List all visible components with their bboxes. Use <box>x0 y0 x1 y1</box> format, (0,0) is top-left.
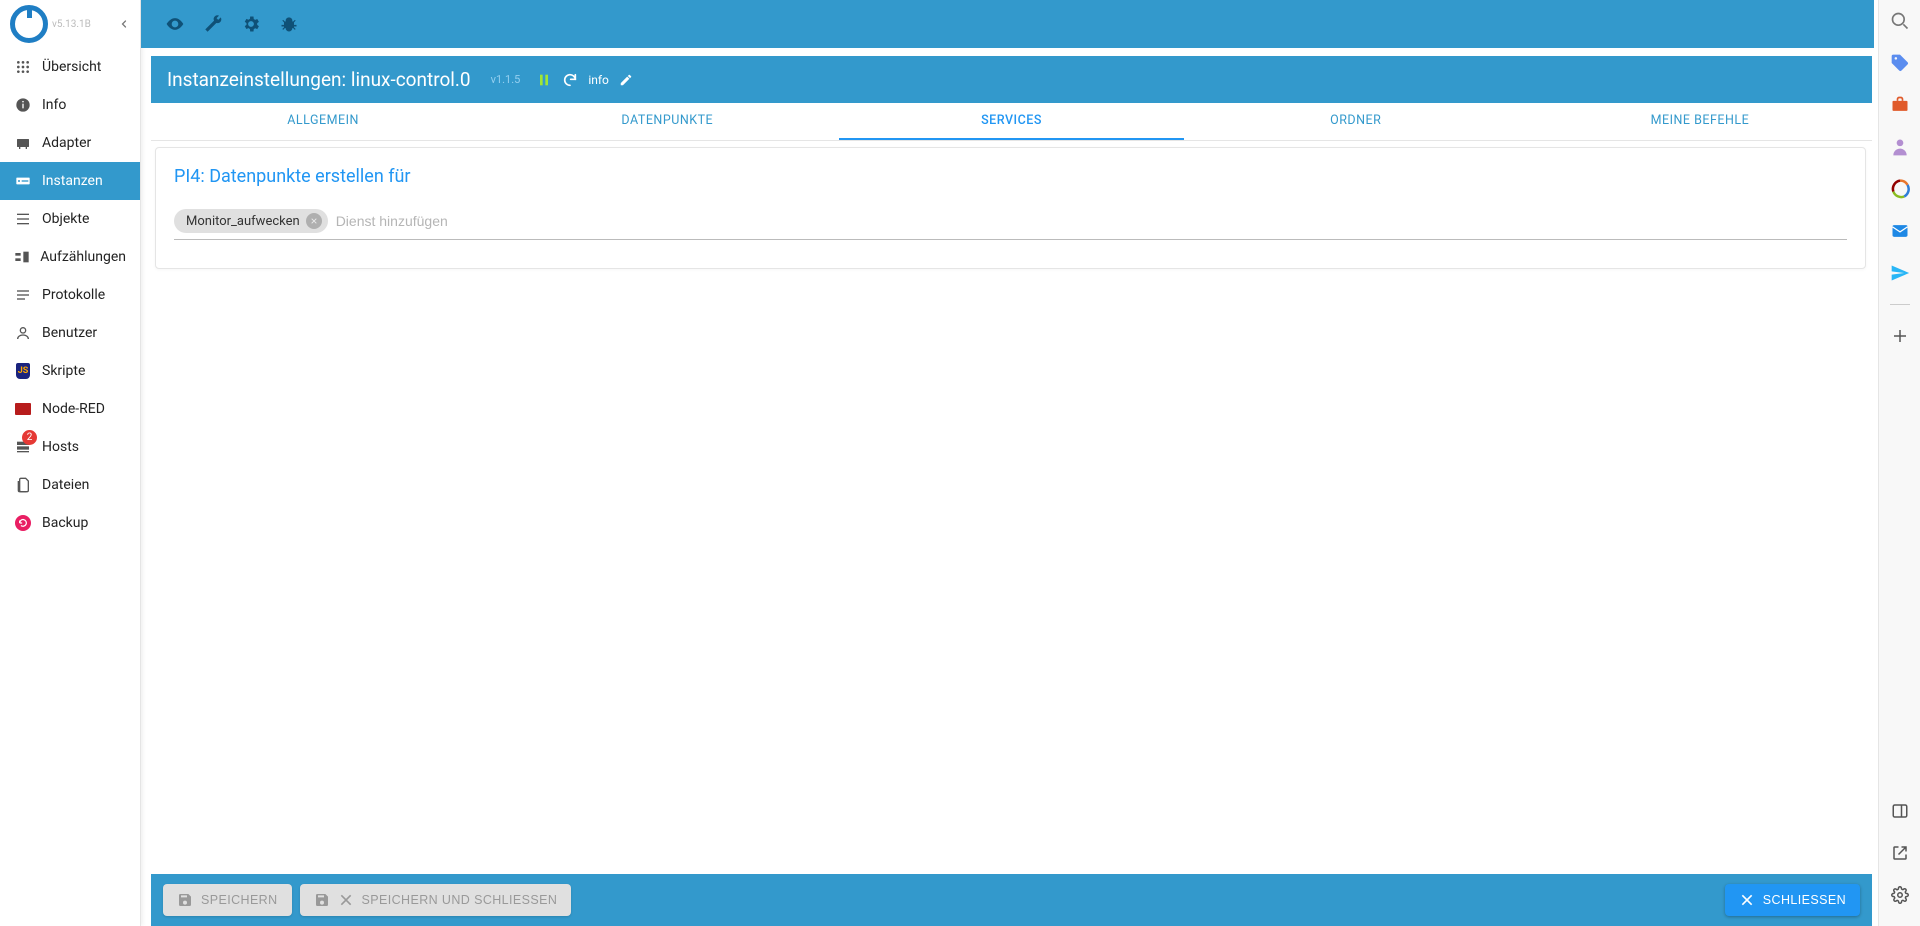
wrench-icon[interactable] <box>203 14 223 34</box>
refresh-icon[interactable] <box>562 72 578 88</box>
backup-icon <box>14 514 32 532</box>
sidebar-item-enums[interactable]: Aufzählungen <box>0 238 140 276</box>
tag-icon[interactable] <box>1889 52 1911 74</box>
sidebar-item-overview[interactable]: Übersicht <box>0 48 140 86</box>
briefcase-icon[interactable] <box>1889 94 1911 116</box>
sidebar-item-label: Übersicht <box>42 59 101 75</box>
sidebar-item-label: Hosts <box>42 439 79 455</box>
sidebar-item-label: Aufzählungen <box>40 249 126 265</box>
list-icon <box>14 210 32 228</box>
hosts-badge: 2 <box>22 430 37 445</box>
app-ring-icon[interactable] <box>1889 178 1911 200</box>
tab-datenpunkte[interactable]: DATENPUNKTE <box>495 103 839 140</box>
sidebar-item-label: Skripte <box>42 363 85 379</box>
sidebar-item-label: Dateien <box>42 477 89 493</box>
shield-icon: JS <box>14 362 32 380</box>
user-icon <box>14 324 32 342</box>
bottom-action-bar: SPEICHERN SPEICHERN UND SCHLIESSEN SCHLI… <box>151 874 1872 926</box>
collapse-sidebar-button[interactable] <box>114 14 134 34</box>
save-button[interactable]: SPEICHERN <box>163 884 292 916</box>
tabs-row: ALLGEMEIN DATENPUNKTE SERVICES ORDNER ME… <box>151 103 1872 141</box>
bug-icon[interactable] <box>279 14 299 34</box>
sidebar-item-objects[interactable]: Objekte <box>0 200 140 238</box>
tab-ordner[interactable]: ORDNER <box>1184 103 1528 140</box>
chip-label: Monitor_aufwecken <box>186 214 300 229</box>
tab-services[interactable]: SERVICES <box>839 103 1183 140</box>
sidebar-header: v5.13.1B <box>0 0 140 48</box>
close-button[interactable]: SCHLIESSEN <box>1725 884 1860 916</box>
eye-icon[interactable] <box>165 14 185 34</box>
sidebar-left: v5.13.1B Übersicht Info Adapter <box>0 0 141 926</box>
divider <box>1890 304 1910 305</box>
sidebar-item-instances[interactable]: Instanzen <box>0 162 140 200</box>
mail-icon[interactable] <box>1889 220 1911 242</box>
nav-list: Übersicht Info Adapter Instanzen Objekte <box>0 48 140 542</box>
plus-icon[interactable] <box>1889 325 1911 347</box>
tab-meine-befehle[interactable]: MEINE BEFEHLE <box>1528 103 1872 140</box>
sidebar-item-label: Objekte <box>42 211 89 227</box>
app-logo <box>10 5 48 43</box>
send-icon[interactable] <box>1889 262 1911 284</box>
sidebar-item-backup[interactable]: Backup <box>0 504 140 542</box>
sidebar-item-users[interactable]: Benutzer <box>0 314 140 352</box>
top-toolbar <box>141 0 1874 48</box>
edit-icon[interactable] <box>619 73 633 87</box>
settings-icon[interactable] <box>1889 884 1911 906</box>
save-close-button[interactable]: SPEICHERN UND SCHLIESSEN <box>300 884 572 916</box>
sidebar-item-files[interactable]: Dateien <box>0 466 140 504</box>
sidebar-item-label: Protokolle <box>42 287 105 303</box>
adapter-icon <box>14 134 32 152</box>
sidebar-item-label: Info <box>42 97 66 113</box>
sidebar-right <box>1878 0 1920 926</box>
instance-title: Instanzeinstellungen: linux-control.0 <box>167 68 471 91</box>
panel-icon[interactable] <box>1889 800 1911 822</box>
sidebar-item-label: Adapter <box>42 135 91 151</box>
person-icon[interactable] <box>1889 136 1911 158</box>
instances-icon <box>14 172 32 190</box>
info-link[interactable]: info <box>588 73 609 87</box>
sidebar-item-hosts[interactable]: Hosts 2 <box>0 428 140 466</box>
sidebar-item-label: Backup <box>42 515 88 531</box>
main-area: Instanzeinstellungen: linux-control.0 v1… <box>141 0 1878 926</box>
service-chip: Monitor_aufwecken <box>174 209 328 233</box>
sidebar-item-nodered[interactable]: Node-RED <box>0 390 140 428</box>
sidebar-item-info[interactable]: Info <box>0 86 140 124</box>
panel-title: PI4: Datenpunkte erstellen für <box>174 166 1847 187</box>
lines-icon <box>14 286 32 304</box>
sidebar-item-label: Instanzen <box>42 173 103 189</box>
sidebar-item-label: Node-RED <box>42 401 105 417</box>
service-input[interactable] <box>336 213 1847 229</box>
chip-remove-icon[interactable] <box>306 213 322 229</box>
services-panel: PI4: Datenpunkte erstellen für Monitor_a… <box>155 147 1866 269</box>
nodered-icon <box>14 400 32 418</box>
sidebar-item-scripts[interactable]: JS Skripte <box>0 352 140 390</box>
instance-header: Instanzeinstellungen: linux-control.0 v1… <box>151 56 1872 103</box>
tab-allgemein[interactable]: ALLGEMEIN <box>151 103 495 140</box>
enums-icon <box>14 248 30 266</box>
app-version: v5.13.1B <box>52 19 91 30</box>
pause-icon[interactable] <box>536 72 552 88</box>
instance-version: v1.1.5 <box>491 73 521 86</box>
info-icon <box>14 96 32 114</box>
sidebar-item-label: Benutzer <box>42 325 97 341</box>
chip-input-row: Monitor_aufwecken <box>174 209 1847 240</box>
external-link-icon[interactable] <box>1889 842 1911 864</box>
sidebar-item-logs[interactable]: Protokolle <box>0 276 140 314</box>
sidebar-item-adapter[interactable]: Adapter <box>0 124 140 162</box>
gear-icon[interactable] <box>241 14 261 34</box>
search-icon[interactable] <box>1889 10 1911 32</box>
grid-icon <box>14 58 32 76</box>
files-icon <box>14 476 32 494</box>
